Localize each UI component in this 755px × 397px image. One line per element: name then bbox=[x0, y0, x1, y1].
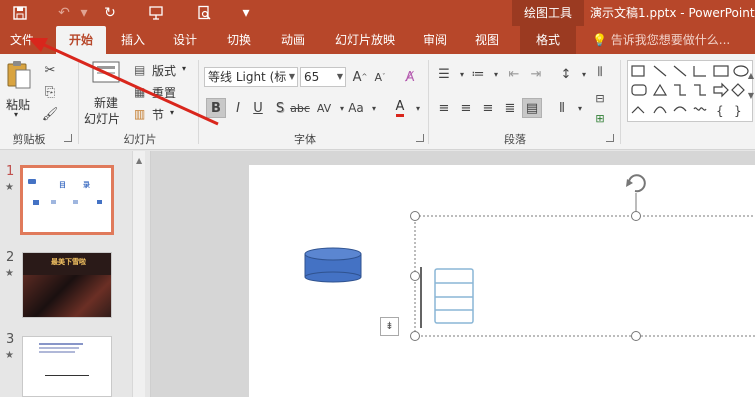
annotation-arrow-icon bbox=[28, 38, 219, 126]
